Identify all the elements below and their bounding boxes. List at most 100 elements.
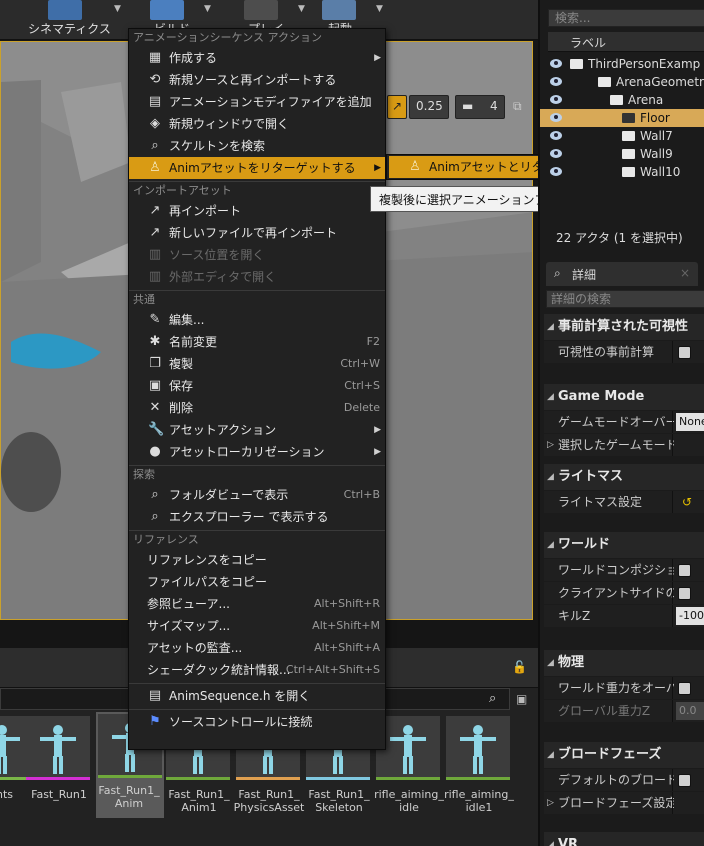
delete-icon: ✕ xyxy=(149,400,161,415)
menu-item[interactable]: ⟲ 新規ソースと再インポートする xyxy=(129,69,385,91)
mesh-icon xyxy=(622,167,635,177)
outliner-row[interactable]: Wall9 xyxy=(540,145,704,163)
asset-tile[interactable]: rifle_aiming_ idle1 xyxy=(444,716,514,846)
menu-item[interactable]: 🔧 アセットアクション ▶ xyxy=(129,419,385,441)
chevron-down-icon[interactable]: ▼ xyxy=(376,4,383,14)
outliner-row[interactable]: ThirdPersonExamp xyxy=(540,55,704,73)
menu-item-label: 編集... xyxy=(169,313,205,327)
outliner-row[interactable]: Wall10 xyxy=(540,163,704,181)
outliner-row[interactable]: Wall7 xyxy=(540,127,704,145)
menu-item[interactable]: ❐ 複製 Ctrl+W xyxy=(129,353,385,375)
menu-item[interactable]: ▦ 作成する ▶ xyxy=(129,47,385,69)
context-menu: アニメーションシーケンス アクション ▦ 作成する ▶ ⟲ 新規ソースと再インポートする ▤… xyxy=(128,28,386,750)
lock-icon[interactable]: 🔓 xyxy=(512,660,527,674)
menu-item[interactable]: ✎ 編集... xyxy=(129,309,385,331)
chevron-down-icon[interactable]: ▼ xyxy=(298,4,305,14)
snap-toggle[interactable]: ↗ xyxy=(387,95,407,119)
tab-details[interactable]: ⌕ 詳細 × xyxy=(546,262,698,286)
outliner-row[interactable]: ArenaGeometry xyxy=(540,73,704,91)
menu-divider xyxy=(129,709,385,710)
reimport-source-icon: ⟲ xyxy=(149,72,161,87)
outliner-row-label: ArenaGeometry xyxy=(616,75,704,89)
menu-item-shortcut: Alt+Shift+R xyxy=(314,597,380,610)
open-anim-sequence-item[interactable]: ▤ AnimSequence.h を開く xyxy=(129,685,385,707)
menu-item[interactable]: ▣ 保存 Ctrl+S xyxy=(129,375,385,397)
menu-item-label: アセットアクション xyxy=(169,423,277,437)
menu-item-label: アセットの監査... xyxy=(147,641,243,655)
connect-source-control-item[interactable]: ⚑ ソースコントロールに接続 xyxy=(129,711,385,733)
menu-item[interactable]: ✱ 名前変更 F2 xyxy=(129,331,385,353)
menu-item[interactable]: ↗ 新しいファイルで再インポート xyxy=(129,222,385,244)
visibility-eye-icon[interactable] xyxy=(550,113,562,122)
property-checkbox[interactable] xyxy=(678,346,691,359)
column-divider xyxy=(672,434,673,456)
menu-item[interactable]: ▤ アニメーションモディファイアを追加 xyxy=(129,91,385,113)
close-icon[interactable]: × xyxy=(680,266,690,280)
expand-arrow-icon[interactable]: ▷ xyxy=(547,792,554,814)
menu-section-title: アニメーションシーケンス アクション xyxy=(133,31,322,44)
visibility-eye-icon[interactable] xyxy=(550,131,562,140)
cinematics-icon xyxy=(48,0,82,20)
menu-item[interactable]: アセットの監査... Alt+Shift+A xyxy=(129,637,385,659)
visibility-eye-icon[interactable] xyxy=(550,77,562,86)
menu-item[interactable]: ♙ Animアセットをリターゲットする ▶ xyxy=(129,157,385,179)
menu-item[interactable]: ⌕ スケルトンを検索 xyxy=(129,135,385,157)
save-icon[interactable]: ▣ xyxy=(516,692,527,706)
details-section-header[interactable]: Game Mode xyxy=(544,384,704,410)
menu-item-shortcut: Alt+Shift+A xyxy=(314,641,380,654)
details-section-header[interactable]: ライトマス xyxy=(544,464,704,490)
asset-tile[interactable]: Fast_Run1 xyxy=(26,716,92,846)
menu-item[interactable]: 参照ビューア... Alt+Shift+R xyxy=(129,593,385,615)
menu-item[interactable]: リファレンスをコピー xyxy=(129,549,385,571)
search-icon: ⌕ xyxy=(554,266,561,280)
column-label[interactable]: ラベル xyxy=(570,34,606,51)
property-label: ライトマス設定 xyxy=(558,495,643,509)
cinematics-button[interactable]: シネマティクス ▼ xyxy=(22,0,122,40)
column-divider xyxy=(672,341,673,363)
menu-item-label: ソース位置を開く xyxy=(169,248,265,262)
menu-item[interactable]: ↗ 再インポート xyxy=(129,200,385,222)
details-property-row: ワールドコンポジション xyxy=(544,559,704,581)
reset-arrow-icon[interactable]: ↺ xyxy=(682,491,692,513)
menu-item[interactable]: ◈ 新規ウィンドウで開く xyxy=(129,113,385,135)
menu-item[interactable]: ✕ 削除 Delete xyxy=(129,397,385,419)
details-section-header[interactable]: VR xyxy=(544,832,704,846)
visibility-eye-icon[interactable] xyxy=(550,59,562,68)
property-checkbox[interactable] xyxy=(678,564,691,577)
camera-speed[interactable]: ▬ 4 xyxy=(455,95,505,119)
maximize-icon[interactable]: ⧉ xyxy=(513,99,522,114)
chevron-down-icon[interactable]: ▼ xyxy=(204,4,211,14)
menu-item[interactable]: ● アセットローカリゼーション ▶ xyxy=(129,441,385,463)
asset-thumbnail xyxy=(446,716,510,780)
outliner-row[interactable]: Floor xyxy=(540,109,704,127)
menu-item[interactable]: サイズマップ... Alt+Shift+M xyxy=(129,615,385,637)
chevron-down-icon[interactable]: ▼ xyxy=(114,4,121,14)
menu-divider xyxy=(129,530,385,531)
visibility-eye-icon[interactable] xyxy=(550,95,562,104)
details-section-header[interactable]: ワールド xyxy=(544,532,704,558)
outliner-row-label: Arena xyxy=(628,93,664,107)
property-value-field[interactable]: -1000 xyxy=(676,607,704,625)
menu-item[interactable]: ⌕ フォルダビューで表示 Ctrl+B xyxy=(129,484,385,506)
details-section-header[interactable]: ブロードフェーズ xyxy=(544,742,704,768)
details-section-header[interactable]: 事前計算された可視性 xyxy=(544,314,704,340)
outliner-search-input[interactable]: 検索... xyxy=(548,9,704,27)
property-value-field[interactable]: None xyxy=(676,413,704,431)
folder-icon xyxy=(598,77,611,87)
visibility-eye-icon[interactable] xyxy=(550,149,562,158)
expand-arrow-icon[interactable]: ▷ xyxy=(547,434,554,456)
property-checkbox[interactable] xyxy=(678,774,691,787)
visibility-eye-icon[interactable] xyxy=(550,167,562,176)
details-search-input[interactable]: 詳細の検索 xyxy=(546,290,704,308)
menu-item-label: 参照ビューア... xyxy=(147,597,230,611)
property-checkbox[interactable] xyxy=(678,587,691,600)
snap-value[interactable]: 0.25 xyxy=(409,95,449,119)
menu-item[interactable]: ⌕ エクスプローラー で表示する xyxy=(129,506,385,528)
menu-item[interactable]: シェーダクック統計情報... Ctrl+Alt+Shift+S xyxy=(129,659,385,681)
menu-item-label: リファレンスをコピー xyxy=(147,553,267,567)
property-label: ブロードフェーズ設定 xyxy=(558,796,674,810)
menu-item[interactable]: ファイルパスをコピー xyxy=(129,571,385,593)
outliner-row[interactable]: Arena xyxy=(540,91,704,109)
details-section-header[interactable]: 物理 xyxy=(544,650,704,676)
property-checkbox[interactable] xyxy=(678,682,691,695)
